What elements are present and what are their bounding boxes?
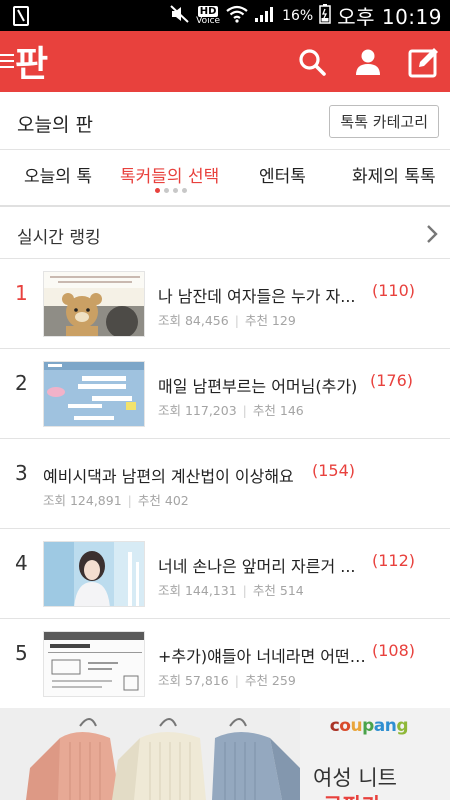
thumbnail-image xyxy=(43,271,145,337)
battery-icon xyxy=(319,3,331,28)
ad-banner[interactable]: coupang 여성 니트 쿠팡가 xyxy=(0,708,450,800)
tab-hot-talk[interactable]: 화제의 톡톡 xyxy=(352,162,436,187)
post-title[interactable]: 너네 손나은 앞머리 자른거 ... xyxy=(158,553,363,577)
clock: 오후 10:19 xyxy=(337,5,442,29)
comment-count: (110) xyxy=(372,281,416,300)
search-icon[interactable] xyxy=(296,46,328,78)
thumbnail-image xyxy=(43,361,145,427)
menu-icon[interactable] xyxy=(0,54,14,68)
post-meta: 조회 124,891 | 추천 402 xyxy=(43,493,189,508)
list-item[interactable]: 2 매일 남편부르는 어머님(추가) (176) 조회 117,203 | 추천 1… xyxy=(0,349,450,439)
thumbnail-image xyxy=(43,631,145,697)
logo-text: 판 xyxy=(15,44,48,85)
wifi-icon xyxy=(226,5,248,27)
ranking-header[interactable]: 실시간 랭킹 xyxy=(0,209,450,259)
post-title[interactable]: 예비시댁과 남편의 계산법이 이상해요 xyxy=(43,463,308,487)
battery-percent: 16% xyxy=(282,7,314,24)
rank-number: 3 xyxy=(15,461,28,485)
ad-title: 여성 니트 xyxy=(313,766,397,790)
rank-number: 1 xyxy=(15,281,28,305)
tab-enter-talk[interactable]: 엔터톡 xyxy=(259,162,306,187)
post-title[interactable]: +추가)얘들아 너네라면 어떤 ... xyxy=(158,643,368,667)
post-meta: 조회 117,203 | 추천 146 xyxy=(158,403,304,418)
coupang-logo: coupang xyxy=(329,716,409,736)
section-title: 오늘의 판 xyxy=(17,114,93,136)
status-bar: HD Voice 16% 오후 10:19 xyxy=(0,0,450,31)
page-indicator xyxy=(155,188,187,193)
app-logo[interactable]: 판 xyxy=(0,37,48,85)
tab-talkers-choice[interactable]: 톡커들의 선택 xyxy=(120,162,219,187)
list-item[interactable]: 3 예비시댁과 남편의 계산법이 이상해요 (154) 조회 124,891 | 추… xyxy=(0,439,450,529)
tab-today-talk[interactable]: 오늘의 톡 xyxy=(24,162,92,187)
post-title[interactable]: 매일 남편부르는 어머님(추가) xyxy=(158,373,368,397)
app-bar: 판 xyxy=(0,31,450,92)
post-meta: 조회 144,131 | 추천 514 xyxy=(158,583,304,598)
ad-subtitle: 쿠팡가 xyxy=(323,790,381,800)
comment-count: (108) xyxy=(372,641,416,660)
comment-count: (154) xyxy=(312,461,356,480)
hd-voice-indicator: HD Voice xyxy=(196,5,221,26)
list-item[interactable]: 1 나 남잔데 여자들은 누가 자... (110) 조회 84,456 | 추천 … xyxy=(0,259,450,349)
comment-count: (112) xyxy=(372,551,416,570)
person-icon[interactable] xyxy=(352,46,384,78)
list-item[interactable]: 5 +추가)얘들아 너네라면 어떤 ... (108) 조회 57,816 | 추천… xyxy=(0,619,450,709)
post-meta: 조회 57,816 | 추천 259 xyxy=(158,673,296,688)
post-title[interactable]: 나 남잔데 여자들은 누가 자... xyxy=(158,283,363,307)
thumbnail-image xyxy=(43,541,145,607)
post-meta: 조회 84,456 | 추천 129 xyxy=(158,313,296,328)
edit-icon[interactable] xyxy=(408,46,440,78)
rank-number: 5 xyxy=(15,641,28,665)
sweaters-image xyxy=(0,708,300,800)
chevron-right-icon[interactable] xyxy=(423,223,441,245)
rank-number: 2 xyxy=(15,371,28,395)
tab-bar: 오늘의 톡 톡커들의 선택 엔터톡 화제의 톡톡 xyxy=(0,150,450,207)
notification-icon xyxy=(10,5,32,27)
category-button[interactable]: 톡톡 카테고리 xyxy=(329,105,439,138)
ranking-title: 실시간 랭킹 xyxy=(17,228,101,248)
signal-icon xyxy=(254,5,276,27)
rank-number: 4 xyxy=(15,551,28,575)
comment-count: (176) xyxy=(370,371,414,390)
list-item[interactable]: 4 너네 손나은 앞머리 자른거 ... (112) 조회 144,131 | 추천… xyxy=(0,529,450,619)
mute-icon xyxy=(170,4,190,27)
section-header: 오늘의 판 톡톡 카테고리 xyxy=(0,92,450,150)
